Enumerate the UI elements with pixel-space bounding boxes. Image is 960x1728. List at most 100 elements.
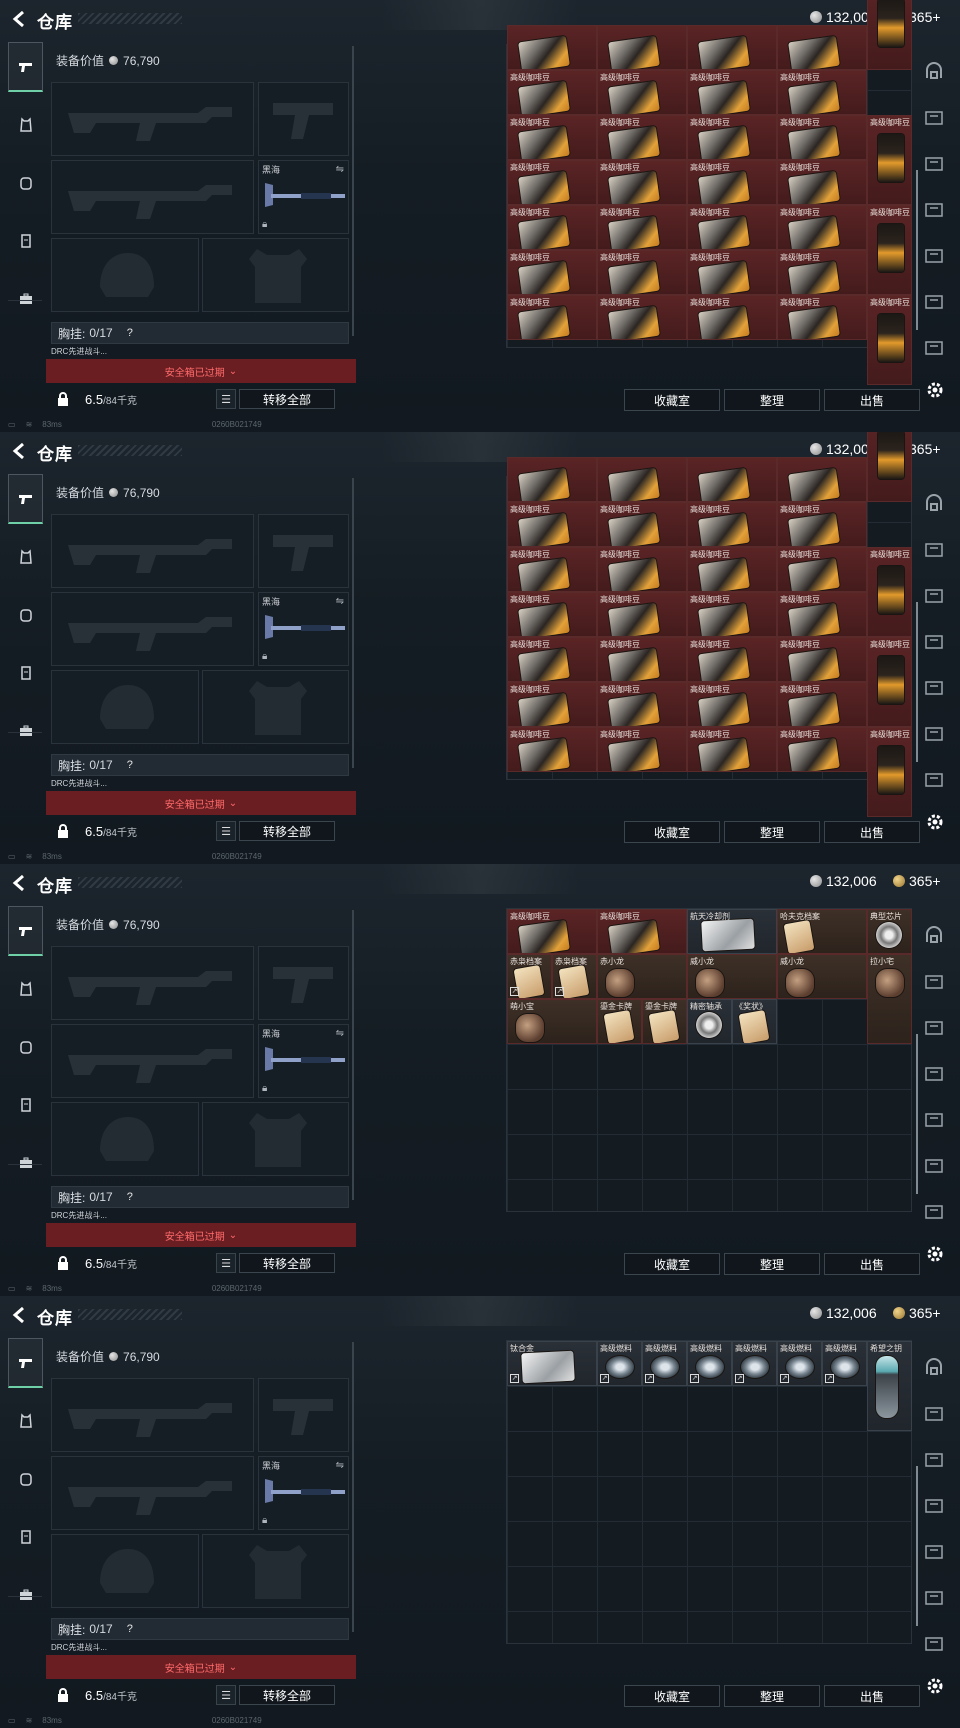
tab-helmet[interactable] (8, 590, 43, 640)
item-cell[interactable]: 高级咖啡豆 (867, 727, 912, 817)
transfer-all-button[interactable]: 转移全部 (239, 1685, 335, 1705)
tab-storage-2[interactable] (922, 1016, 946, 1038)
item-cell[interactable] (597, 25, 687, 70)
tab-storage-1[interactable] (922, 1402, 946, 1424)
transfer-all-button[interactable]: 转移全部 (239, 1253, 335, 1273)
tab-storage-6[interactable] (922, 1200, 946, 1222)
back-arrow-icon[interactable] (10, 441, 30, 461)
item-cell[interactable]: 高级咖啡豆 (597, 295, 687, 340)
primary-weapon-slot[interactable] (51, 514, 254, 588)
tab-storage-5[interactable] (922, 1154, 946, 1176)
gold-currency[interactable]: 365+ (893, 873, 941, 889)
safe-box-expired-banner[interactable]: 安全箱已过期 ⌄ (46, 1655, 356, 1679)
item-cell[interactable]: 高级咖啡豆 (507, 115, 597, 160)
padlock-icon[interactable] (55, 1687, 71, 1703)
item-cell[interactable]: 高级咖啡豆 (777, 547, 867, 592)
item-cell[interactable]: 哈夫克档案 (777, 909, 867, 954)
tab-storage-2[interactable] (922, 584, 946, 606)
item-cell[interactable]: 高级咖啡豆 (597, 727, 687, 772)
sell-button[interactable]: 出售 (824, 821, 920, 843)
armor-slot[interactable] (202, 670, 349, 744)
primary-weapon-slot[interactable] (51, 1378, 254, 1452)
item-cell[interactable]: 典型芯片 (867, 909, 912, 954)
help-icon[interactable]: ? (127, 327, 133, 339)
item-cell[interactable]: 高级燃料 ↗ (687, 1341, 732, 1386)
tab-helmet[interactable] (8, 1454, 43, 1504)
item-cell[interactable]: 高级咖啡豆 (507, 70, 597, 115)
item-cell[interactable]: 高级咖啡豆 (507, 727, 597, 772)
tab-helmet[interactable] (8, 1022, 43, 1072)
tab-storage-2[interactable] (922, 152, 946, 174)
item-cell[interactable]: 高级咖啡豆 (507, 592, 597, 637)
item-cell[interactable]: 高级咖啡豆 (507, 909, 597, 954)
tab-vest[interactable] (8, 1080, 43, 1130)
chest-rig-row[interactable]: 胸挂: 0/17 ? (51, 754, 349, 776)
item-cell[interactable]: 高级燃料 ↗ (777, 1341, 822, 1386)
primary-weapon-slot[interactable] (51, 946, 254, 1020)
item-cell[interactable]: 萌小宝 (507, 999, 597, 1044)
helmet-slot[interactable] (51, 1534, 199, 1608)
item-cell[interactable]: 高级咖啡豆 (687, 295, 777, 340)
tab-armor[interactable] (8, 532, 43, 582)
secondary-rifle-slot[interactable] (51, 592, 254, 666)
tab-storage-3[interactable] (922, 1062, 946, 1084)
tab-armor[interactable] (8, 100, 43, 150)
chest-rig-row[interactable]: 胸挂: 0/17 ? (51, 322, 349, 344)
item-cell[interactable]: 高级咖啡豆 (687, 160, 777, 205)
tab-weapons[interactable] (8, 906, 43, 956)
item-cell[interactable] (597, 457, 687, 502)
tab-storage-1[interactable] (922, 106, 946, 128)
tab-vest[interactable] (8, 1512, 43, 1562)
secondary-rifle-slot[interactable] (51, 1456, 254, 1530)
tab-storage-6[interactable] (922, 768, 946, 790)
item-cell[interactable] (687, 25, 777, 70)
item-cell[interactable]: 高级咖啡豆 (687, 592, 777, 637)
sell-button[interactable]: 出售 (824, 389, 920, 411)
item-cell[interactable] (687, 457, 777, 502)
item-cell[interactable]: 高级咖啡豆 (597, 909, 687, 954)
item-cell[interactable] (777, 457, 867, 502)
item-cell[interactable]: 高级咖啡豆 (777, 682, 867, 727)
swap-icon[interactable]: ⇋ (336, 1460, 344, 1471)
item-cell[interactable]: 高级咖啡豆 (687, 727, 777, 772)
tab-storage-6[interactable] (922, 1632, 946, 1654)
item-cell[interactable]: 高级咖啡豆 (507, 682, 597, 727)
item-cell[interactable]: 高级燃料 ↗ (597, 1341, 642, 1386)
item-cell[interactable]: 高级咖啡豆 (777, 637, 867, 682)
loadout-scrollbar[interactable] (352, 1342, 354, 1632)
secondary-weapon-slot[interactable] (258, 946, 349, 1020)
list-view-button[interactable]: ☰ (216, 1253, 236, 1273)
item-cell[interactable] (867, 432, 912, 502)
safe-box-expired-banner[interactable]: 安全箱已过期 ⌄ (46, 359, 356, 383)
tab-backpack[interactable] (8, 1138, 43, 1188)
item-cell[interactable] (507, 25, 597, 70)
melee-slot[interactable]: 黑海 ⇋ 🔒︎ (258, 1024, 349, 1098)
tab-storage-3[interactable] (922, 1494, 946, 1516)
item-cell[interactable]: 高级咖啡豆 (507, 295, 597, 340)
item-cell[interactable]: 高级燃料 ↗ (822, 1341, 867, 1386)
collection-room-button[interactable]: 收藏室 (624, 1685, 720, 1707)
tab-vest[interactable] (8, 648, 43, 698)
item-cell[interactable]: 高级咖啡豆 (687, 115, 777, 160)
tab-storage-2[interactable] (922, 1448, 946, 1470)
secondary-weapon-slot[interactable] (258, 82, 349, 156)
item-cell[interactable]: 鎏金卡牌 (597, 999, 642, 1044)
item-cell[interactable]: 威小龙 (777, 954, 867, 999)
item-cell[interactable]: 高级咖啡豆 (777, 502, 867, 547)
item-cell[interactable]: 高级燃料 ↗ (642, 1341, 687, 1386)
sell-button[interactable]: 出售 (824, 1253, 920, 1275)
gear-icon[interactable] (925, 1676, 945, 1696)
gold-currency[interactable]: 365+ (893, 1305, 941, 1321)
swap-icon[interactable]: ⇋ (336, 596, 344, 607)
item-cell[interactable]: 高级咖啡豆 (867, 637, 912, 727)
item-cell[interactable]: 高级咖啡豆 (777, 250, 867, 295)
swap-icon[interactable]: ⇋ (336, 164, 344, 175)
loadout-scrollbar[interactable] (352, 46, 354, 336)
item-cell[interactable]: 高级咖啡豆 (867, 115, 912, 205)
item-cell[interactable]: 赤枭档案 ↗ (507, 954, 552, 999)
tab-armor[interactable] (8, 1396, 43, 1446)
item-cell[interactable]: 高级咖啡豆 (507, 205, 597, 250)
melee-slot[interactable]: 黑海 ⇋ 🔒︎ (258, 1456, 349, 1530)
tab-storage-4[interactable] (922, 676, 946, 698)
armor-slot[interactable] (202, 238, 349, 312)
